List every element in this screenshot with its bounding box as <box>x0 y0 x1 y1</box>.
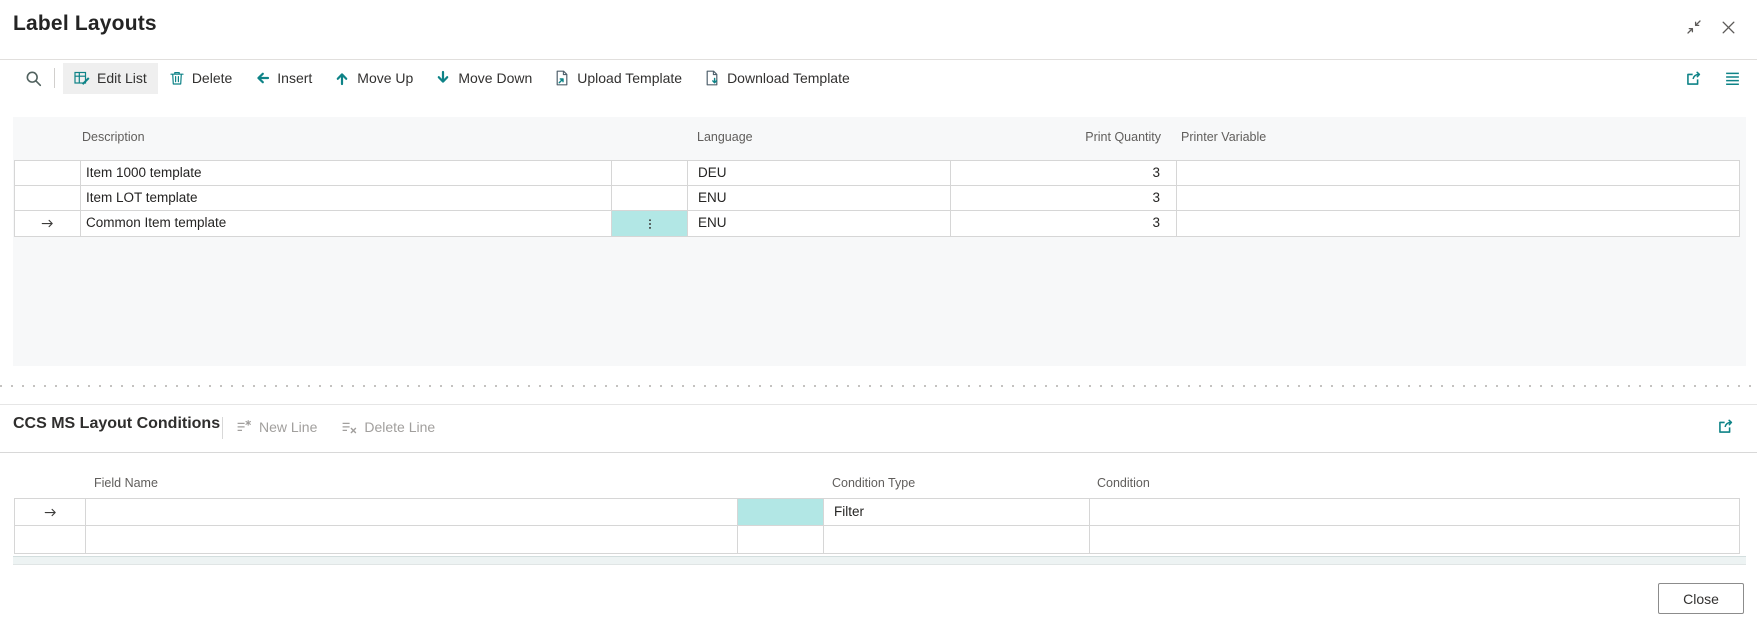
print-quantity-cell[interactable]: 3 <box>951 211 1177 236</box>
conditions-section-title: CCS MS Layout Conditions <box>13 415 220 433</box>
section-top-border <box>0 404 1757 405</box>
language-cell[interactable]: ENU <box>688 186 951 210</box>
description-cell[interactable]: Item 1000 template <box>81 161 612 185</box>
close-button[interactable]: Close <box>1658 583 1744 614</box>
search-button[interactable] <box>18 63 48 93</box>
column-header-condition[interactable]: Condition <box>1097 476 1150 490</box>
arrow-left-icon <box>254 70 270 86</box>
condition-cell[interactable] <box>1090 499 1739 525</box>
new-line-icon <box>236 419 252 435</box>
label-layouts-table: Item 1000 template DEU 3 Item LOT templa… <box>14 160 1740 237</box>
column-header-print-quantity[interactable]: Print Quantity <box>950 130 1161 144</box>
language-cell[interactable]: DEU <box>688 161 951 185</box>
new-line-label: New Line <box>259 419 317 435</box>
label-layouts-dialog: Label Layouts Edit List Delete Insert Mo… <box>0 0 1757 625</box>
trash-icon <box>169 70 185 86</box>
section-divider <box>222 417 223 439</box>
options-cell-active[interactable] <box>612 211 688 236</box>
options-cell-active[interactable] <box>738 499 824 525</box>
condition-type-cell[interactable]: Filter <box>824 499 1090 525</box>
action-toolbar: Edit List Delete Insert Move Up Move Dow… <box>0 60 1757 96</box>
download-template-label: Download Template <box>727 70 850 86</box>
move-up-label: Move Up <box>357 70 413 86</box>
share-button[interactable] <box>1683 67 1705 89</box>
layouts-table-panel <box>13 117 1746 366</box>
insert-label: Insert <box>277 70 312 86</box>
column-header-description[interactable]: Description <box>82 130 145 144</box>
close-icon <box>1720 19 1737 36</box>
new-line-button[interactable]: New Line <box>236 419 317 435</box>
condition-type-cell[interactable] <box>824 526 1090 553</box>
selected-row-arrow-icon <box>40 216 55 231</box>
edit-list-label: Edit List <box>97 70 147 86</box>
options-cell[interactable] <box>738 526 824 553</box>
row-selector-cell[interactable] <box>15 161 81 185</box>
toolbar-right-icons <box>1683 60 1743 96</box>
list-view-button[interactable] <box>1722 68 1743 89</box>
share-icon <box>1685 69 1703 87</box>
upload-template-label: Upload Template <box>577 70 682 86</box>
delete-line-label: Delete Line <box>364 419 435 435</box>
move-up-button[interactable]: Move Up <box>323 63 424 94</box>
collapse-window-button[interactable] <box>1681 14 1707 40</box>
move-down-button[interactable]: Move Down <box>424 63 543 94</box>
delete-line-icon <box>341 419 357 435</box>
column-header-printer-variable[interactable]: Printer Variable <box>1181 130 1266 144</box>
toolbar-divider <box>54 68 55 88</box>
options-cell[interactable] <box>612 161 688 185</box>
row-selector-cell[interactable] <box>15 186 81 210</box>
print-quantity-cell[interactable]: 3 <box>951 161 1177 185</box>
upload-template-button[interactable]: Upload Template <box>543 63 693 94</box>
vertical-ellipsis-icon <box>643 217 657 231</box>
page-title: Label Layouts <box>13 12 157 36</box>
document-upload-icon <box>554 70 570 86</box>
print-quantity-cell[interactable]: 3 <box>951 186 1177 210</box>
arrow-down-icon <box>435 70 451 86</box>
horizontal-scrollbar[interactable] <box>13 556 1746 565</box>
arrow-up-icon <box>334 70 350 86</box>
table-row[interactable] <box>15 526 1739 553</box>
column-header-language[interactable]: Language <box>697 130 753 144</box>
delete-button[interactable]: Delete <box>158 63 243 94</box>
description-cell[interactable]: Item LOT template <box>81 186 612 210</box>
options-cell[interactable] <box>612 186 688 210</box>
document-download-icon <box>704 70 720 86</box>
edit-list-button[interactable]: Edit List <box>63 63 158 94</box>
close-window-button[interactable] <box>1715 14 1741 40</box>
selected-row-arrow-icon <box>43 505 58 520</box>
conditions-share-button[interactable] <box>1715 415 1737 437</box>
condition-cell[interactable] <box>1090 526 1739 553</box>
search-icon <box>25 70 42 87</box>
dotted-separator <box>0 385 1757 387</box>
share-icon <box>1717 417 1735 435</box>
column-header-condition-type[interactable]: Condition Type <box>832 476 915 490</box>
row-selector-cell[interactable] <box>15 526 86 553</box>
row-selector-cell[interactable] <box>15 499 86 525</box>
printer-variable-cell[interactable] <box>1177 161 1739 185</box>
edit-list-icon <box>74 70 90 86</box>
row-selector-cell[interactable] <box>15 211 81 236</box>
printer-variable-cell[interactable] <box>1177 186 1739 210</box>
language-cell[interactable]: ENU <box>688 211 951 236</box>
move-down-label: Move Down <box>458 70 532 86</box>
table-row-selected[interactable]: Filter <box>15 499 1739 526</box>
section-bottom-border <box>0 452 1757 453</box>
field-name-cell[interactable] <box>86 526 738 553</box>
description-cell[interactable]: Common Item template <box>81 211 612 236</box>
delete-line-button[interactable]: Delete Line <box>341 419 435 435</box>
download-template-button[interactable]: Download Template <box>693 63 861 94</box>
table-row[interactable]: Item LOT template ENU 3 <box>15 186 1739 211</box>
delete-label: Delete <box>192 70 232 86</box>
column-header-field-name[interactable]: Field Name <box>94 476 158 490</box>
table-row[interactable]: Item 1000 template DEU 3 <box>15 161 1739 186</box>
printer-variable-cell[interactable] <box>1177 211 1739 236</box>
table-row-selected[interactable]: Common Item template ENU 3 <box>15 211 1739 236</box>
conditions-actions: New Line Delete Line <box>236 412 435 442</box>
collapse-icon <box>1686 19 1702 35</box>
conditions-table: Filter <box>14 498 1740 554</box>
field-name-cell[interactable] <box>86 499 738 525</box>
insert-button[interactable]: Insert <box>243 63 323 94</box>
list-view-icon <box>1724 70 1741 87</box>
